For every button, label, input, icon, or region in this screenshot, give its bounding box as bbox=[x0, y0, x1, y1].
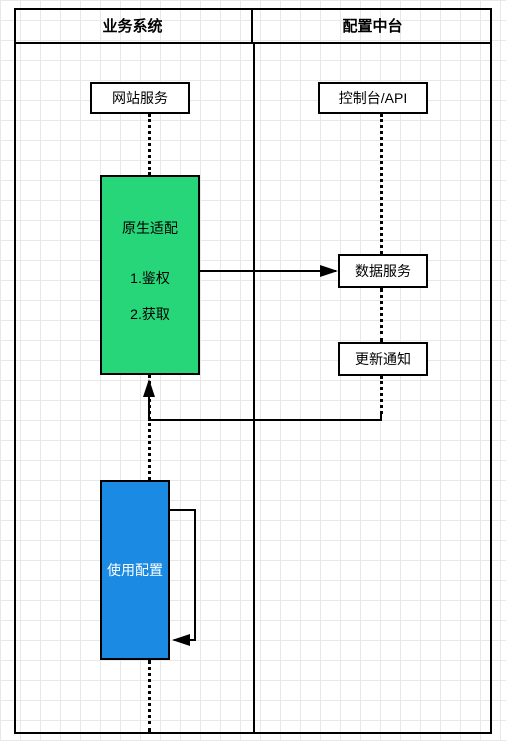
lifeline-adapter-to-use bbox=[148, 375, 151, 480]
node-use-config: 使用配置 bbox=[100, 480, 170, 660]
node-console-api-label: 控制台/API bbox=[339, 88, 407, 108]
node-web-service-label: 网站服务 bbox=[112, 88, 168, 108]
lifeline-data-to-notify bbox=[380, 288, 383, 342]
swimlane-divider bbox=[253, 44, 255, 734]
node-data-service: 数据服务 bbox=[338, 254, 428, 288]
node-web-service: 网站服务 bbox=[90, 82, 190, 114]
swimlane-right-title: 配置中台 bbox=[253, 8, 492, 42]
native-adapter-step2: 2.获取 bbox=[130, 304, 170, 324]
swimlane-left-title: 业务系统 bbox=[14, 8, 253, 42]
lifeline-notify-down bbox=[380, 376, 383, 414]
node-data-service-label: 数据服务 bbox=[355, 261, 411, 281]
swimlane-header: 业务系统 配置中台 bbox=[14, 8, 492, 44]
lifeline-use-down bbox=[148, 660, 151, 732]
node-update-notify: 更新通知 bbox=[338, 342, 428, 376]
diagram-canvas: 业务系统 配置中台 网站服务 控制台/API 原生适配 1.鉴权 2.获取 数据… bbox=[0, 0, 506, 741]
native-adapter-title: 原生适配 bbox=[122, 218, 178, 238]
node-update-notify-label: 更新通知 bbox=[355, 349, 411, 369]
lifeline-web bbox=[148, 114, 151, 175]
node-native-adapter: 原生适配 1.鉴权 2.获取 bbox=[100, 175, 200, 375]
node-use-config-label: 使用配置 bbox=[107, 560, 163, 580]
node-console-api: 控制台/API bbox=[318, 82, 428, 114]
lifeline-api bbox=[380, 114, 383, 254]
native-adapter-step1: 1.鉴权 bbox=[130, 268, 170, 288]
